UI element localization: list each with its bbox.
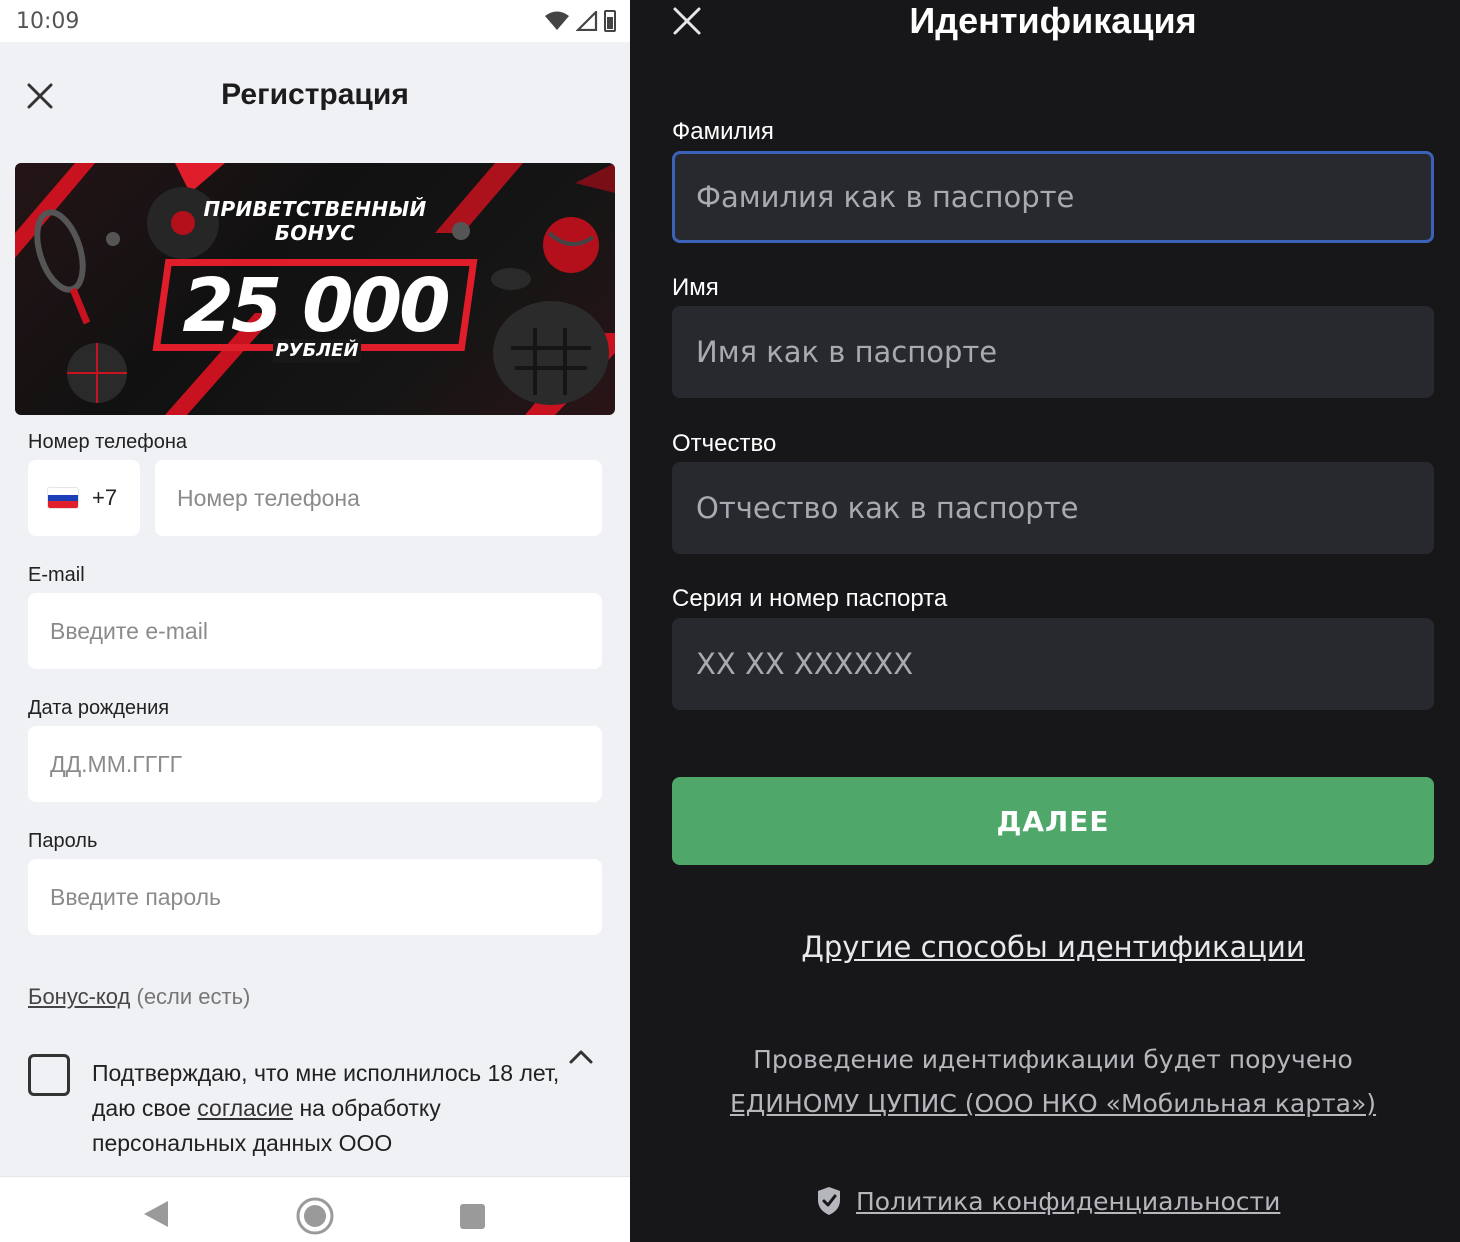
birthdate-label: Дата рождения — [28, 697, 170, 719]
birthdate-input[interactable]: ДД.ММ.ГГГГ — [28, 726, 602, 802]
registration-screen: 10:09 Регистрация ПРИВЕТСТВЕННЫЙ БОНУС 2… — [0, 0, 630, 1242]
notice-text: Проведение идентификации будет поручено — [753, 1045, 1353, 1074]
russia-flag-icon — [48, 488, 78, 508]
shield-check-icon — [818, 1187, 840, 1215]
birthdate-placeholder: ДД.ММ.ГГГГ — [50, 750, 183, 777]
bonus-code-link[interactable]: Бонус-код — [28, 984, 130, 1009]
cupis-link[interactable]: ЕДИНОМУ ЦУПИС (ООО НКО «Мобильная карта»… — [730, 1089, 1376, 1118]
phone-input[interactable]: Номер телефона — [155, 460, 602, 536]
patronymic-label: Отчество — [672, 430, 777, 457]
identification-screen: Идентификация Фамилия Фамилия как в пасп… — [630, 0, 1460, 1242]
name-placeholder: Имя как в паспорте — [696, 335, 998, 369]
banner-headline: ПРИВЕТСТВЕННЫЙ БОНУС — [15, 197, 615, 245]
banner-headline-line2: БОНУС — [274, 221, 356, 245]
status-time: 10:09 — [16, 9, 80, 34]
patronymic-placeholder: Отчество как в паспорте — [696, 491, 1079, 525]
banner-currency: РУБЛЕЙ — [273, 339, 361, 363]
name-label: Имя — [672, 274, 719, 301]
privacy-policy-row[interactable]: Политика конфиденциальности — [816, 1186, 1280, 1216]
phone-placeholder: Номер телефона — [177, 484, 360, 511]
passport-input[interactable]: XX XX XXXXXX — [672, 618, 1434, 710]
system-nav-bar — [0, 1176, 630, 1242]
surname-input[interactable]: Фамилия как в паспорте — [672, 151, 1434, 243]
privacy-policy-link[interactable]: Политика конфиденциальности — [856, 1187, 1280, 1216]
banner-amount: 25 000 — [182, 263, 450, 349]
surname-label: Фамилия — [672, 118, 774, 145]
welcome-bonus-banner[interactable]: ПРИВЕТСТВЕННЫЙ БОНУС 25 000 РУБЛЕЙ — [15, 163, 615, 415]
back-icon[interactable] — [142, 1199, 170, 1229]
page-title: Регистрация — [221, 78, 409, 111]
passport-label: Серия и номер паспорта — [672, 585, 948, 612]
consent-link[interactable]: согласие — [197, 1095, 293, 1121]
recent-apps-icon[interactable] — [460, 1204, 485, 1229]
bonus-code-note: (если есть) — [130, 984, 251, 1009]
bonus-code-row: Бонус-код (если есть) — [28, 984, 250, 1010]
consent-checkbox[interactable] — [28, 1054, 70, 1096]
surname-placeholder: Фамилия как в паспорте — [696, 180, 1075, 214]
email-placeholder: Введите e-mail — [50, 617, 208, 644]
signal-icon — [576, 11, 598, 31]
country-code-selector[interactable]: +7 — [28, 460, 140, 536]
consent-text: Подтверждаю, что мне исполнилось 18 лет,… — [92, 1056, 572, 1161]
identification-notice: Проведение идентификации будет поручено … — [630, 1038, 1460, 1126]
battery-icon — [604, 10, 616, 32]
next-button[interactable]: ДАЛЕЕ — [672, 777, 1434, 865]
phone-label: Номер телефона — [28, 431, 188, 453]
page-title: Идентификация — [909, 0, 1197, 41]
password-label: Пароль — [28, 830, 98, 852]
banner-headline-line1: ПРИВЕТСТВЕННЫЙ — [203, 197, 427, 221]
status-icons — [544, 10, 616, 32]
password-input[interactable]: Введите пароль — [28, 859, 602, 935]
passport-placeholder: XX XX XXXXXX — [696, 647, 914, 681]
status-bar: 10:09 — [0, 0, 630, 42]
password-placeholder: Введите пароль — [50, 883, 222, 910]
other-identification-methods-link[interactable]: Другие способы идентификации — [630, 930, 1460, 964]
home-icon[interactable] — [296, 1197, 334, 1235]
country-code: +7 — [92, 485, 118, 510]
patronymic-input[interactable]: Отчество как в паспорте — [672, 462, 1434, 554]
email-input[interactable]: Введите e-mail — [28, 593, 602, 669]
email-label: E-mail — [28, 564, 85, 586]
wifi-icon — [545, 11, 569, 30]
name-input[interactable]: Имя как в паспорте — [672, 306, 1434, 398]
